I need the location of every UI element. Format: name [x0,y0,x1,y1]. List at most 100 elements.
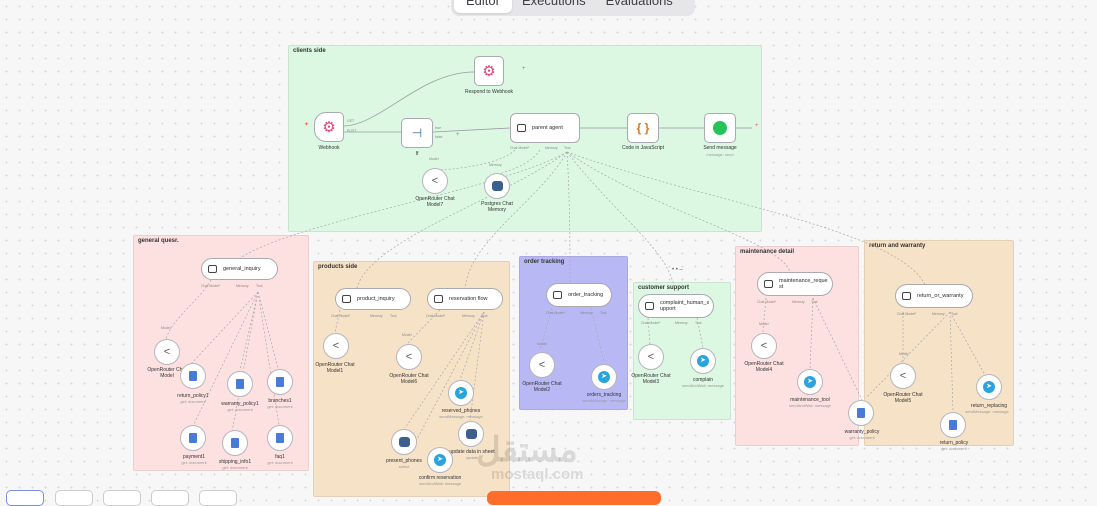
confirm-reservation-sub: sendAndWait: message [418,481,462,486]
document-icon [189,433,197,443]
if-node[interactable]: ⊣ [401,118,433,148]
complain-node[interactable]: ➤ [690,348,716,374]
if-true-port: true [435,126,442,130]
openrouter-model7-label: OpenRouter Chat Model7 [415,196,455,208]
confirm-reservation-node[interactable]: ➤ [427,447,453,473]
openrouter-model6-node[interactable]: < [396,344,422,370]
maintenance-request-label: maintenance_reque st [779,278,828,290]
agent-robot-icon [645,302,654,310]
sheet-icon [398,437,410,447]
general-inquiry-node[interactable]: general_inquiry [201,258,278,280]
reservation-flow-node[interactable]: reservation flow [427,288,503,310]
model-port: Model [537,342,547,346]
agent-robot-icon [342,295,351,303]
return-policy1-node[interactable] [180,363,206,389]
execute-workflow-button[interactable] [487,491,661,505]
warranty-policy-node[interactable] [848,400,874,426]
openrouter-model-node[interactable]: < [154,339,180,365]
tool-port: Tool [811,300,818,304]
openrouter-model2-node[interactable]: < [529,352,555,378]
zoom-in-button[interactable] [55,490,93,506]
document-icon [189,371,197,381]
orders-tracking-node[interactable]: ➤ [591,364,617,390]
shipping-info1-sub: get: document [222,465,248,470]
trigger-bolt-icon: ✦ [304,122,310,128]
product-inquiry-node[interactable]: product_inquiry [335,288,411,310]
tidy-up-button[interactable] [199,490,237,506]
openrouter-icon: < [538,359,546,371]
tool-port: Tool [256,284,263,288]
tool-port: Tool [695,321,702,325]
node-plus-icon: + [755,123,759,129]
telegram-icon: ➤ [804,376,816,388]
maintenance-request-node[interactable]: maintenance_reque st [757,272,833,296]
openrouter-model2-label: OpenRouter Chat Model2 [522,381,562,393]
telegram-icon: ➤ [434,454,446,466]
openrouter-icon: < [332,340,340,352]
memory-port: Memory [580,311,593,315]
webhook-icon: ⚙ [322,119,336,136]
branches1-node[interactable] [267,369,293,395]
webhook-node[interactable]: ⚙ [314,112,344,142]
shipping-info1-node[interactable] [222,430,248,456]
agent-robot-icon [434,295,443,303]
chat-model-port: Chat Model* [641,321,661,325]
agent-robot-icon [517,124,526,132]
memory-port: Memory [675,321,688,325]
postgres-memory-node[interactable] [484,173,510,199]
respond-to-webhook-node[interactable]: ⚙ [474,56,504,86]
openrouter-icon: < [163,346,171,358]
payment1-node[interactable] [180,425,206,451]
orders-tracking-sub: sendMessage: message [582,398,626,403]
send-message-label: Send message [703,145,737,151]
present-phones-node[interactable] [391,429,417,455]
openrouter-icon: < [405,351,413,363]
model-port: Model [402,333,412,337]
reset-zoom-button[interactable] [151,490,189,506]
node-plus-icon: + [456,132,460,138]
general-inquiry-label: general_inquiry [223,266,261,272]
complaint-node[interactable]: complaint_human_s upport [638,294,714,318]
openrouter-model1-node[interactable]: < [323,333,349,359]
openrouter-model5-node[interactable]: < [890,363,916,389]
telegram-icon: ➤ [697,355,709,367]
openrouter-model3-node[interactable]: < [638,344,664,370]
if-branch-icon: ⊣ [411,126,423,140]
webhook-icon: ⚙ [482,63,496,80]
order-tracking-node[interactable]: order_tracking [546,283,612,307]
complaint-label: complaint_human_s upport [660,300,710,312]
memory-port: Memory [462,314,475,318]
model-port: Model [899,352,909,356]
openrouter-model7-node[interactable]: < [422,168,448,194]
zoom-to-fit-button[interactable] [6,490,44,506]
model-port: Model [161,326,171,330]
openrouter-model6-label: OpenRouter Chat Model6 [389,373,429,385]
send-message-node[interactable] [704,113,736,143]
tool-port: Tool [951,312,958,316]
parent-agent-label: parent agent [532,125,563,131]
order-tracking-label: order_tracking [568,292,604,298]
return-or-warranty-node[interactable]: return_or_warranty [895,284,973,308]
reserved-phones-node[interactable]: ➤ [448,380,474,406]
memory-port: Memory [792,300,805,304]
code-braces-icon: { } [636,121,650,135]
memory-port: Memory [932,312,945,316]
warranty-policy1-node[interactable] [227,371,253,397]
openrouter-model4-node[interactable]: < [751,333,777,359]
parent-agent-node[interactable]: parent agent [510,113,580,143]
agent-robot-icon [208,265,217,273]
chat-model-port: Chat Model* [510,146,530,150]
return-or-warranty-label: return_or_warranty [917,293,964,299]
maintenance-tool-sub: sendAndWait: message [788,403,832,408]
connection-wires [165,71,986,448]
return-replacing-node[interactable]: ➤ [976,374,1002,400]
code-node[interactable]: { } [627,113,659,143]
maintenance-tool-node[interactable]: ➤ [797,369,823,395]
node-more-icon[interactable]: • • – [672,267,683,273]
faq1-node[interactable] [267,425,293,451]
zoom-out-button[interactable] [103,490,141,506]
if-label: If [415,151,419,157]
watermark-text: mostaql.com [491,466,584,483]
chat-model-port: Chat Model* [546,311,566,315]
return-policy-node[interactable] [940,412,966,438]
